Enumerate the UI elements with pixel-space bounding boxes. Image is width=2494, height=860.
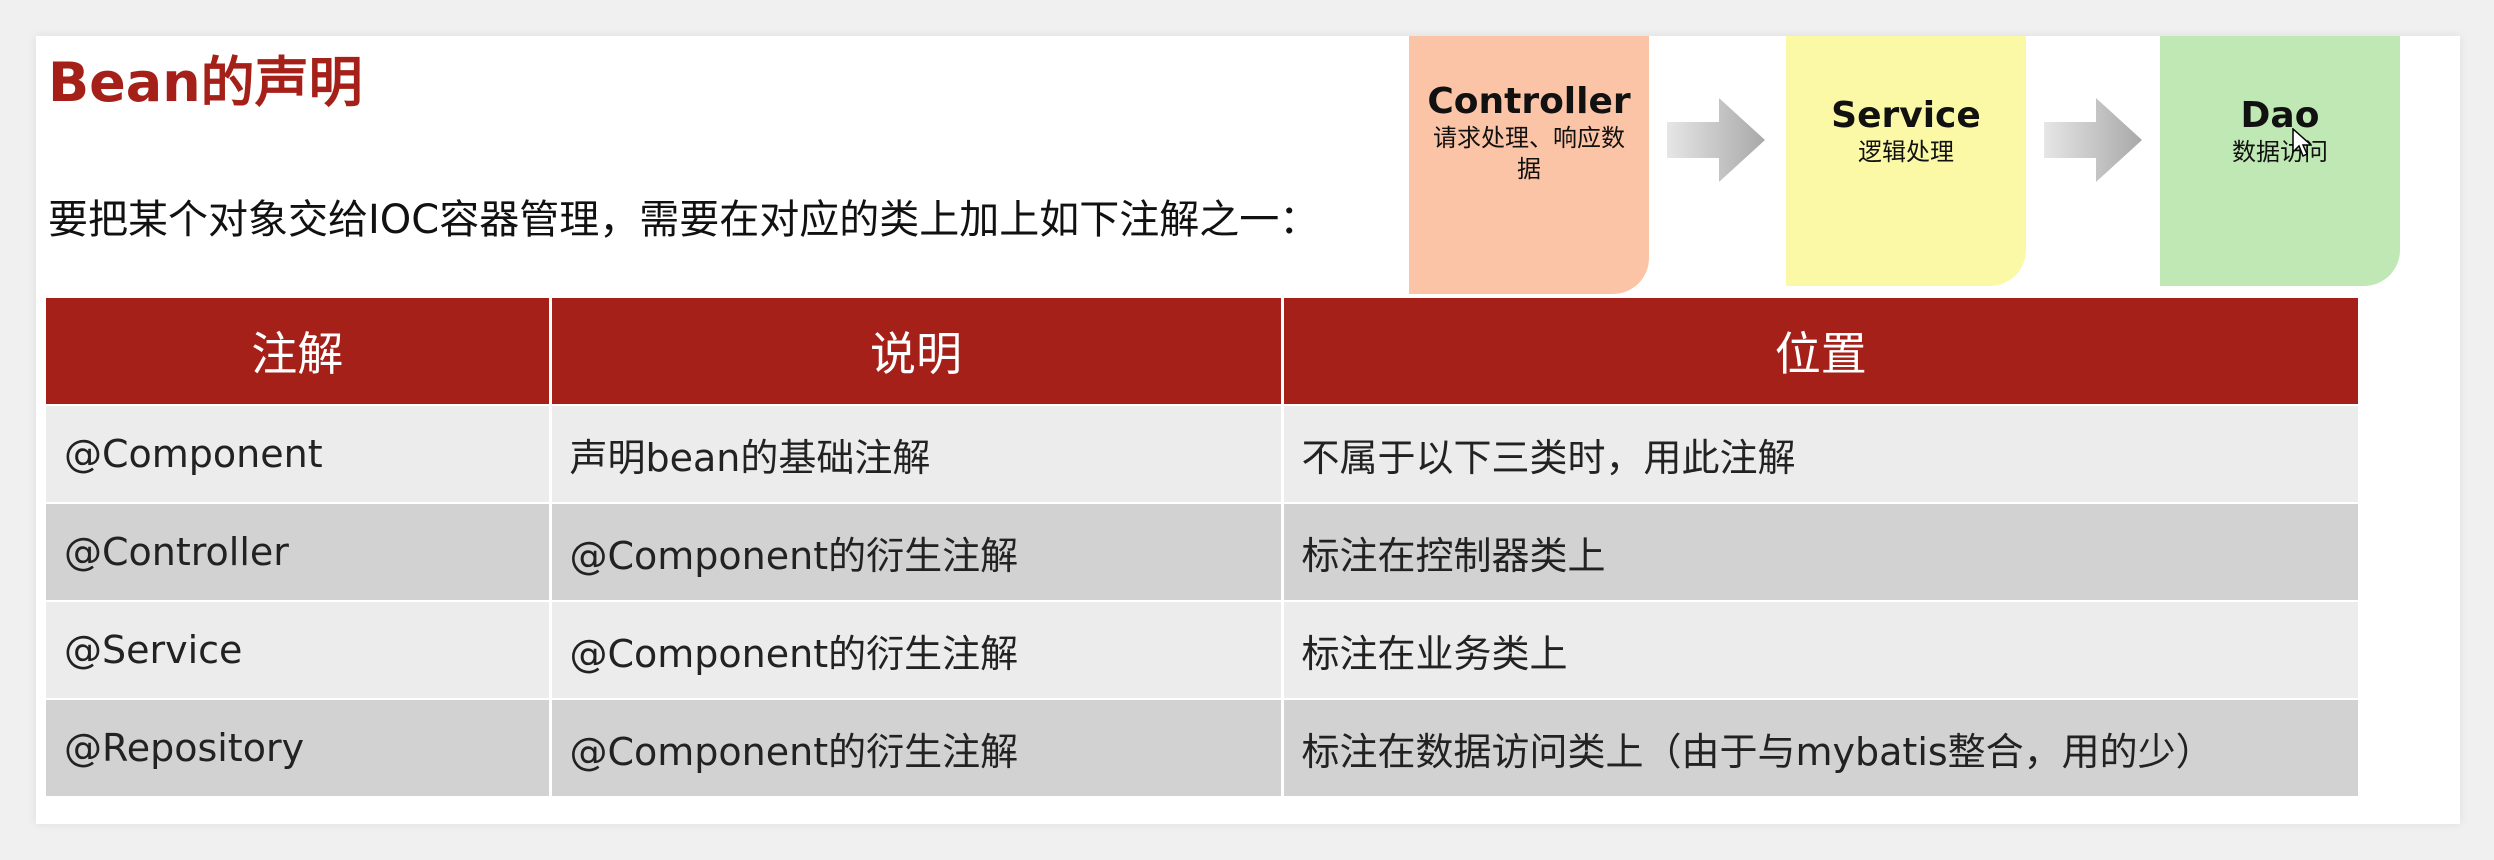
slide-title: Bean的声明 — [48, 51, 363, 114]
layer-desc: 请求处理、响应数据 — [1433, 124, 1625, 184]
position-cell: 标注在控制器类上 — [1282, 502, 2358, 601]
layer-name: Service — [1831, 95, 1981, 136]
annotation-cell: @Repository — [46, 698, 552, 796]
column-header-annotation: 注解 — [46, 298, 552, 405]
table-row: @Controller @Component的衍生注解 标注在控制器类上 — [46, 502, 2358, 601]
arrow-right-icon — [2044, 98, 2142, 182]
table-row: @Component 声明bean的基础注解 不属于以下三类时，用此注解 — [46, 404, 2358, 503]
slide: Bean的声明 要把某个对象交给IOC容器管理，需要在对应的类上加上如下注解之一… — [36, 36, 2460, 824]
layer-name: Dao — [2240, 95, 2320, 136]
slide-subtitle: 要把某个对象交给IOC容器管理，需要在对应的类上加上如下注解之一： — [48, 197, 1320, 243]
table-row: @Repository @Component的衍生注解 标注在数据访问类上（由于… — [46, 698, 2358, 796]
description-cell: @Component的衍生注解 — [550, 502, 1284, 601]
description-cell: @Component的衍生注解 — [550, 698, 1284, 796]
layer-name: Controller — [1427, 81, 1631, 122]
layer-desc: 逻辑处理 — [1858, 138, 1954, 167]
annotation-cell: @Controller — [46, 502, 552, 601]
mouse-pointer-icon — [2292, 128, 2312, 158]
column-header-position: 位置 — [1282, 298, 2358, 405]
service-layer-box: Service 逻辑处理 — [1786, 36, 2026, 286]
description-cell: @Component的衍生注解 — [550, 600, 1284, 699]
annotation-cell: @Service — [46, 600, 552, 699]
table-row: @Service @Component的衍生注解 标注在业务类上 — [46, 600, 2358, 699]
dao-layer-box: Dao 数据访问 — [2160, 36, 2400, 286]
table-header-row: 注解 说明 位置 — [46, 298, 2358, 405]
arrow-right-icon — [1667, 98, 1765, 182]
description-cell: 声明bean的基础注解 — [550, 404, 1284, 503]
annotation-cell: @Component — [46, 404, 552, 503]
controller-layer-box: Controller 请求处理、响应数据 — [1409, 36, 1649, 294]
position-cell: 标注在数据访问类上（由于与mybatis整合，用的少） — [1282, 698, 2358, 796]
layer-desc: 数据访问 — [2232, 138, 2328, 167]
position-cell: 标注在业务类上 — [1282, 600, 2358, 699]
annotation-table: 注解 说明 位置 @Component 声明bean的基础注解 不属于以下三类时… — [46, 298, 2358, 796]
column-header-description: 说明 — [550, 298, 1284, 405]
position-cell: 不属于以下三类时，用此注解 — [1282, 404, 2358, 503]
